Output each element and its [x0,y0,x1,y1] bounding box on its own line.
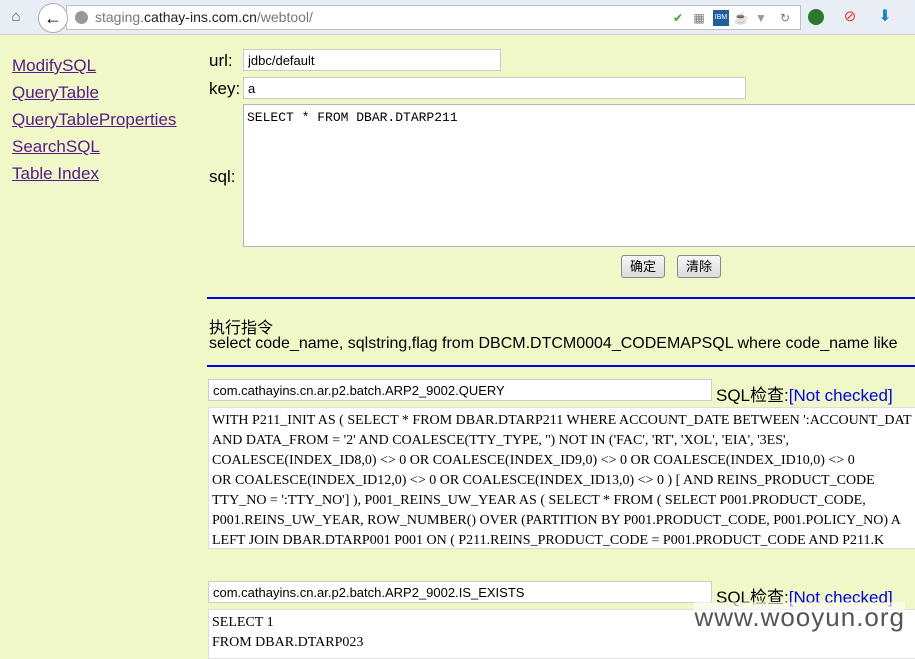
url-input[interactable] [243,49,501,71]
url-label: url: [209,51,233,70]
not-checked-link[interactable]: [Not checked] [789,386,893,405]
sidebar-item-searchsql[interactable]: SearchSQL [12,133,176,160]
clear-button[interactable]: 清除 [677,255,722,278]
command-text: select code_name, sqlstring,flag from DB… [209,335,898,352]
browser-toolbar: ⌂ staging.cathay-ins.com.cn/webtool/ ✔ ▦… [0,0,915,35]
key-input[interactable] [243,77,746,99]
qr-code-icon[interactable]: ▦ [691,10,707,26]
java-icon[interactable]: ☕ [733,10,749,26]
sql-code-block[interactable]: WITH P211_INIT AS ( SELECT * FROM DBAR.D… [208,407,915,549]
globe-icon [75,11,88,24]
sql-label: sql: [209,167,236,186]
block-icon[interactable]: ⊘ [842,9,858,25]
home-icon[interactable]: ⌂ [6,6,26,28]
sql-check-status: SQL检查:[Not checked] [716,381,893,406]
confirm-button[interactable]: 确定 [621,255,666,278]
dropdown-icon[interactable]: ▼ [753,10,769,26]
sql-name-input[interactable] [208,379,712,401]
extension-icon[interactable] [808,9,824,25]
reload-icon[interactable]: ↻ [777,10,793,26]
watermark: www.wooyun.org [694,602,905,633]
url-prefix: staging. [95,9,145,25]
sidebar-item-querytable[interactable]: QueryTable [12,79,176,106]
address-bar[interactable]: staging.cathay-ins.com.cn/webtool/ ✔ ▦ I… [66,5,801,30]
sidebar-item-table-index[interactable]: Table Index [12,160,176,187]
back-button[interactable]: ← [38,3,68,33]
url-path: /webtool/ [256,9,313,25]
shield-icon[interactable]: ✔ [670,10,686,26]
sql-check-label: SQL检查: [716,386,789,405]
divider [207,297,915,299]
sql-name-input[interactable] [208,581,712,603]
sidebar: ModifySQL QueryTable QueryTablePropertie… [12,52,176,187]
sidebar-item-querytableproperties[interactable]: QueryTableProperties [12,106,176,133]
sql-textarea[interactable]: SELECT * FROM DBAR.DTARP211 [243,104,915,247]
ibm-icon[interactable]: IBM [713,10,729,26]
divider [207,365,915,367]
key-label: key: [209,79,241,98]
url-domain: cathay-ins.com.cn [144,9,257,25]
download-icon[interactable]: ⬇ [877,9,893,25]
sidebar-item-modifysql[interactable]: ModifySQL [12,52,176,79]
